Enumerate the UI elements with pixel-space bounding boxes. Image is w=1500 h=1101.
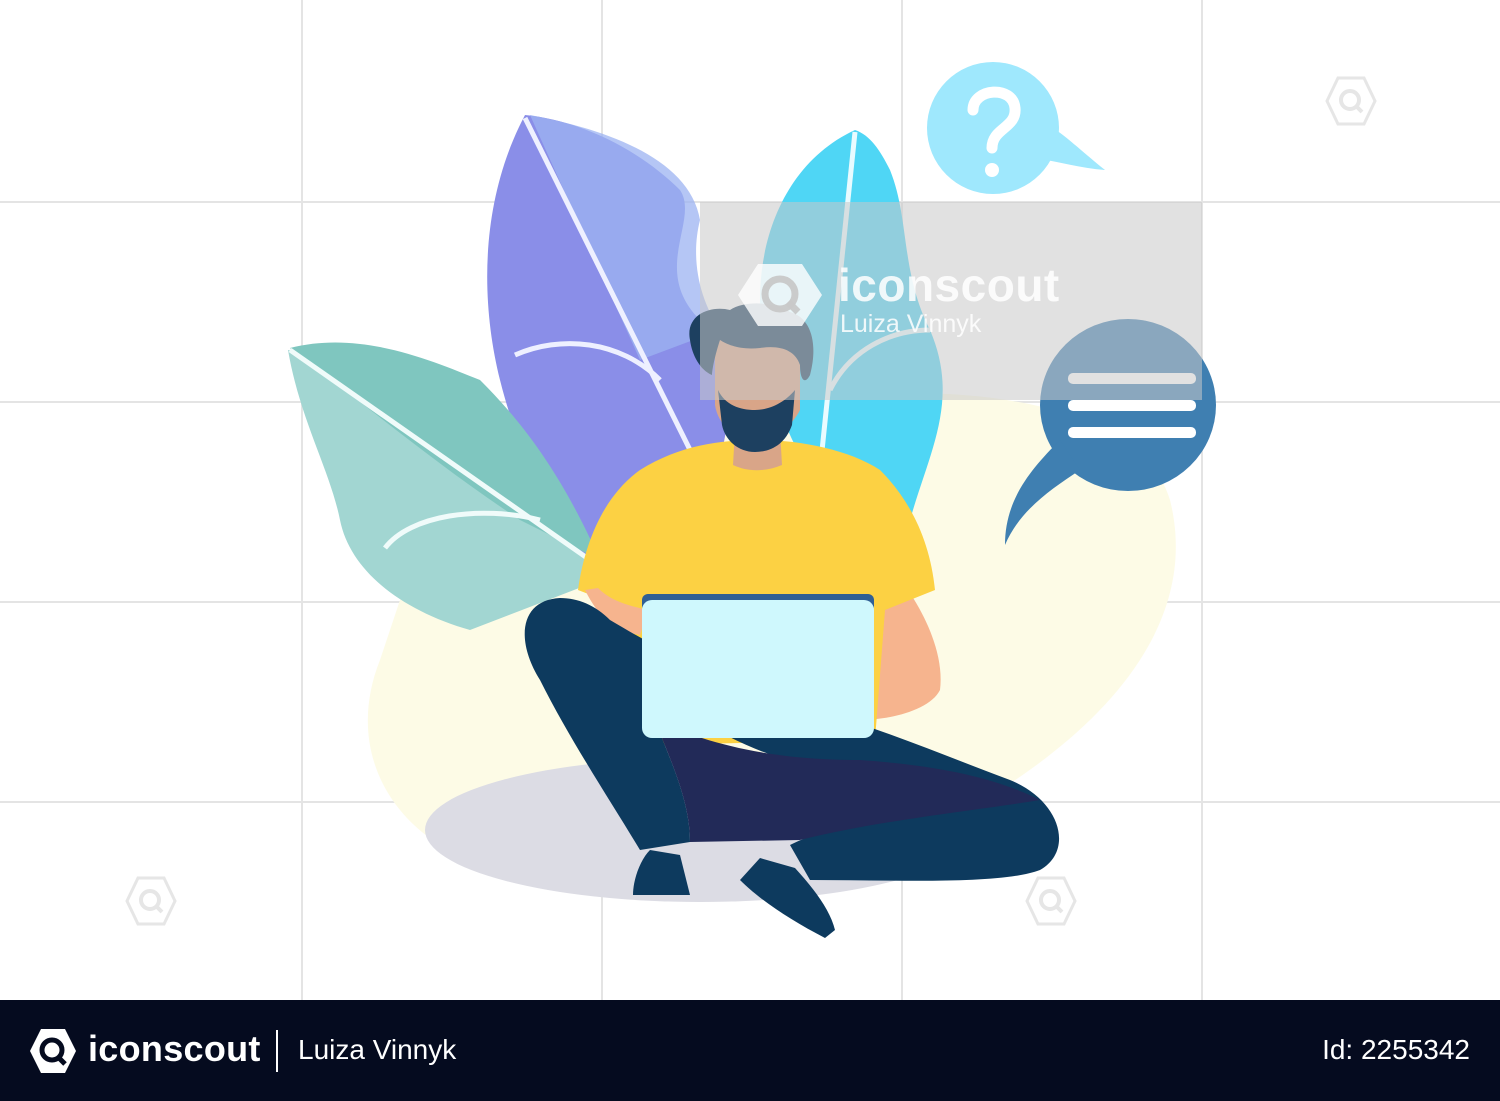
illustration [0,0,1500,1000]
footer-divider [276,1030,278,1072]
footer-bar: iconscout Luiza Vinnyk Id: 2255342 [0,1000,1500,1101]
footer-author[interactable]: Luiza Vinnyk [298,1034,456,1066]
iconscout-logo-icon[interactable] [28,1026,78,1076]
footer-brand[interactable]: iconscout [88,1028,261,1070]
watermark-small-logo-icon [1025,876,1077,926]
watermark-brand: iconscout [838,259,1060,311]
footer-asset-id: Id: 2255342 [1322,1034,1470,1065]
illustration-canvas: iconscout Luiza Vinnyk [0,0,1500,1000]
laptop-screen [642,600,874,738]
watermark-author: Luiza Vinnyk [840,310,982,338]
watermark-small-logo-icon [125,876,177,926]
question-bubble-icon [927,62,1105,194]
watermark-logo-icon [738,264,822,326]
watermark-small-logo-icon [1325,76,1377,126]
